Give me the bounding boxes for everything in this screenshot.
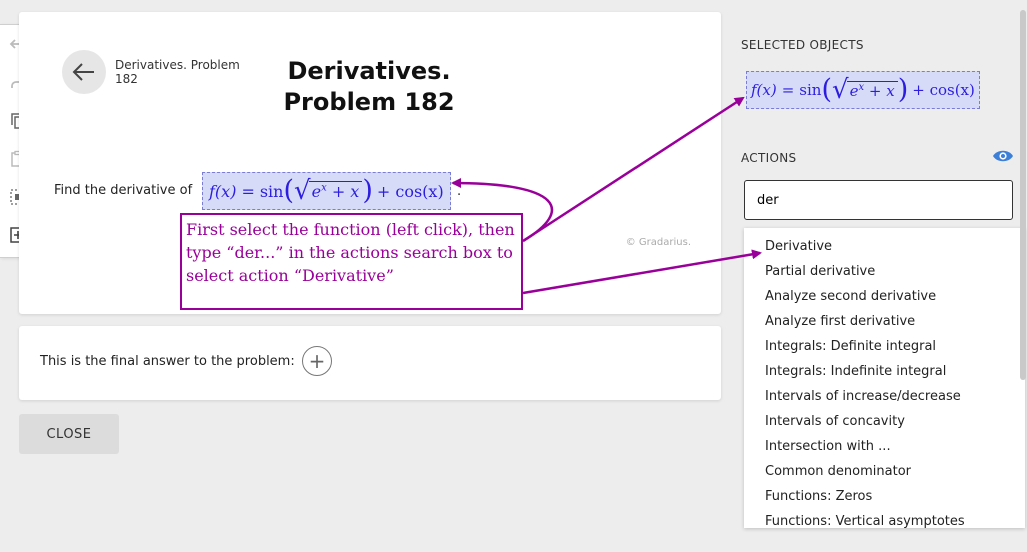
sel-formula-sqrt-body: ex + x <box>846 80 898 100</box>
problem-prompt: Find the derivative of <box>54 183 193 198</box>
formula-close-paren: ) <box>362 175 373 206</box>
actions-options-list: Derivative Partial derivative Analyze seco… <box>744 234 1025 528</box>
add-answer-button[interactable]: + <box>302 346 332 376</box>
formula-plus-cos: + cos(x) <box>376 181 444 201</box>
annotation-callout: First select the function (left click), … <box>180 213 523 310</box>
actions-dropdown: Derivative Partial derivative Analyze seco… <box>744 228 1025 528</box>
page-title: Derivatives. Problem 182 <box>249 56 489 118</box>
formula-exp: x <box>321 182 327 194</box>
formula-sin: sin <box>259 181 284 201</box>
sel-formula-fn: f(x) <box>751 81 777 99</box>
final-answer-label: This is the final answer to the problem: <box>40 354 295 369</box>
function-formula[interactable]: f(x) = sin ( √ ex + x ) + cos(x) <box>202 172 451 210</box>
formula-plus-x: + x <box>331 182 360 201</box>
actions-label: ACTIONS <box>741 151 797 165</box>
action-option[interactable]: Derivative <box>744 234 1025 259</box>
formula-fn: f(x) <box>209 181 237 201</box>
formula-open-paren: ( <box>283 175 295 206</box>
prompt-period: . <box>457 184 462 199</box>
sel-formula-sin: sin <box>799 81 822 99</box>
action-option[interactable]: Intervals of concavity <box>744 409 1025 434</box>
arrow-left-icon <box>72 63 94 81</box>
copyright: © Gradarius. <box>625 237 691 248</box>
action-option[interactable]: Functions: Zeros <box>744 484 1025 509</box>
action-option[interactable]: Intersection with ... <box>744 434 1025 459</box>
actions-search-input[interactable] <box>744 180 1013 220</box>
sel-formula-eq: = <box>781 81 795 99</box>
problem-breadcrumb: Derivatives. Problem 182 <box>115 58 240 86</box>
plus-icon: + <box>308 349 326 373</box>
action-option[interactable]: Analyze first derivative <box>744 309 1025 334</box>
formula-e: e <box>311 182 322 201</box>
title-line-1: Derivatives. <box>287 57 451 85</box>
action-option[interactable]: Partial derivative <box>744 259 1025 284</box>
action-option[interactable]: Intervals of increase/decrease <box>744 384 1025 409</box>
formula-sqrt-body: ex + x <box>308 181 363 201</box>
sel-formula-open-paren: ( <box>821 74 832 105</box>
action-option[interactable]: Common denominator <box>744 459 1025 484</box>
sel-formula-exp: x <box>858 81 865 93</box>
action-option[interactable]: Integrals: Definite integral <box>744 334 1025 359</box>
close-button[interactable]: CLOSE <box>19 414 119 454</box>
action-option[interactable]: Analyze second derivative <box>744 284 1025 309</box>
back-button[interactable] <box>62 50 106 94</box>
sel-formula-plus-cos: + cos(x) <box>912 81 975 99</box>
panel-scrollbar[interactable] <box>1020 10 1026 380</box>
selected-object-formula[interactable]: f(x) = sin ( √ ex + x ) + cos(x) <box>746 71 980 109</box>
eye-icon[interactable] <box>992 148 1014 168</box>
action-option[interactable]: Integrals: Indefinite integral <box>744 359 1025 384</box>
selected-objects-label: SELECTED OBJECTS <box>741 38 864 52</box>
sel-formula-close-paren: ) <box>897 74 909 105</box>
side-panel: SELECTED OBJECTS f(x) = sin ( √ ex + x )… <box>733 0 1027 552</box>
action-option[interactable]: Functions: Vertical asymptotes <box>744 509 1025 528</box>
sel-formula-plus-x: + x <box>868 81 895 100</box>
title-line-2: Problem 182 <box>283 88 455 116</box>
final-answer-card: This is the final answer to the problem:… <box>19 326 721 400</box>
formula-eq: = <box>241 181 255 201</box>
